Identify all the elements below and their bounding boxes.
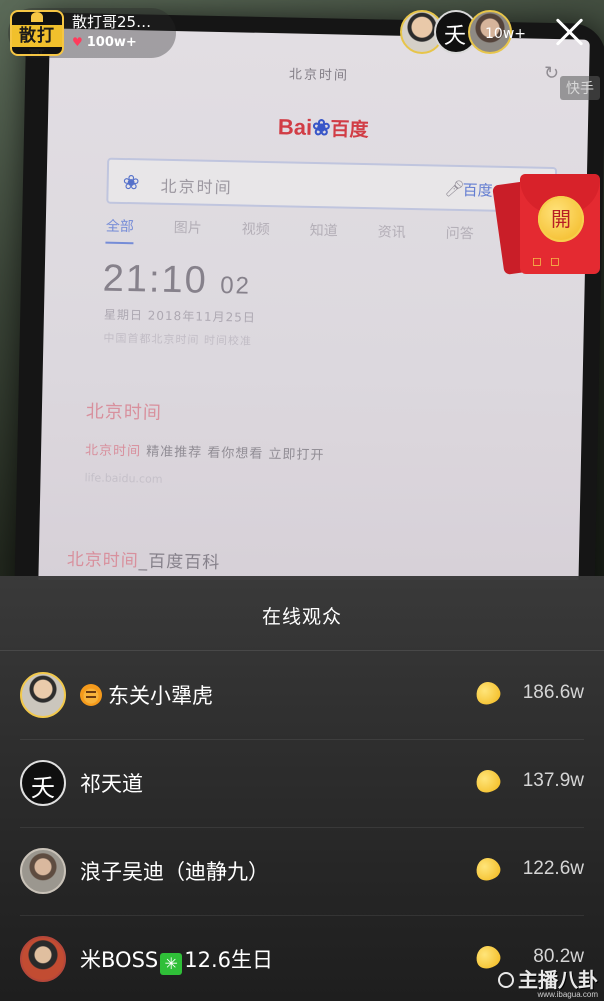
bean-icon: [473, 766, 503, 796]
divider: [0, 650, 604, 651]
viewer-name: 祁天道: [80, 772, 143, 796]
phone-tabs: 全部 图片 视频 知道 资讯 问答: [105, 215, 474, 252]
bean-icon: [473, 854, 503, 884]
online-viewers-sheet: 在线观众 东关小犟虎 186.6w 夭 祁天道 137.9w 浪子吴迪（迪静九）…: [0, 576, 604, 1001]
phone-search-box: ❀ 北京时间 🎤︎ 百度一下: [106, 157, 558, 214]
phone-tab: 全部: [105, 215, 135, 245]
live-video: 北京时间 ↻ Bai❀百度 ❀ 北京时间 🎤︎ 百度一下 全部 图片 视频 知道…: [0, 0, 604, 580]
platform-tag: 快手: [560, 76, 600, 100]
phone-result-text: 北京时间 精准推荐 看你想看 立即打开: [84, 443, 325, 464]
phone-tab: 资讯: [377, 224, 406, 241]
avatar[interactable]: [20, 936, 66, 982]
paw-icon: ❀: [311, 114, 331, 141]
viewer-score: 137.9w: [522, 770, 584, 791]
anchor-likes: ♥ 100w+: [72, 35, 137, 50]
envelope-deco-icon: ◻◻: [532, 254, 568, 268]
phone-tab: 知道: [309, 222, 338, 240]
list-item[interactable]: 夭 祁天道 137.9w: [0, 740, 604, 828]
viewer-score: 186.6w: [522, 682, 584, 703]
phone-clock: 21:10 02: [102, 257, 252, 302]
paw-icon: ❀: [122, 169, 140, 195]
anchor-badge: 散打哥: [12, 25, 62, 54]
list-item[interactable]: 东关小犟虎 186.6w: [0, 652, 604, 740]
watermark: 主播八卦: [498, 964, 598, 993]
close-icon[interactable]: [554, 16, 586, 48]
viewer-name: 米BOSS ✳ 12.6生日: [80, 948, 273, 975]
phone-result-url: life.baidu.com: [84, 471, 163, 486]
red-envelope-coin: 開: [538, 196, 584, 242]
avatar[interactable]: [20, 672, 66, 718]
phone-source: 中国首都北京时间 时间校准: [103, 331, 253, 348]
phone-search-query: 北京时间: [160, 176, 233, 198]
phone-tab: 问答: [445, 225, 474, 243]
baidu-logo: Bai❀百度: [277, 114, 369, 142]
anchor-name[interactable]: 散打哥25…: [72, 11, 151, 32]
list-item[interactable]: 浪子吴迪（迪静九） 122.6w: [0, 828, 604, 916]
phone-tab: 图片: [173, 220, 202, 237]
sparkle-icon: ✳: [160, 953, 183, 975]
red-envelope-button[interactable]: 開 ◻◻: [492, 174, 600, 276]
phone-date: 星期日 2018年11月25日: [103, 307, 256, 325]
watermark-logo-icon: [498, 972, 514, 988]
sheet-title: 在线观众: [261, 606, 342, 628]
phone-screen: 北京时间 ↻ Bai❀百度 ❀ 北京时间 🎤︎ 百度一下 全部 图片 视频 知道…: [38, 28, 590, 580]
tiger-icon: [80, 684, 102, 706]
phone-tab: 视频: [241, 221, 270, 239]
phone-result-title: 北京时间: [85, 401, 163, 424]
browser-url: 北京时间: [288, 67, 350, 84]
viewer-count[interactable]: 10w+: [485, 26, 526, 42]
anchor-avatar[interactable]: 散打哥: [10, 10, 64, 56]
avatar[interactable]: [20, 848, 66, 894]
heart-icon: ♥: [72, 35, 83, 49]
watermark-url: www.ibagua.com: [537, 990, 598, 999]
viewer-name: 东关小犟虎: [80, 680, 213, 710]
viewer-name: 浪子吴迪（迪静九）: [80, 860, 269, 884]
bean-icon: [473, 678, 503, 708]
viewer-score: 122.6w: [522, 858, 584, 879]
refresh-icon: ↻: [543, 62, 560, 85]
crest-icon: [31, 12, 43, 22]
phone-result2-title: 北京时间_百度百科: [66, 549, 221, 574]
avatar[interactable]: 夭: [20, 760, 66, 806]
